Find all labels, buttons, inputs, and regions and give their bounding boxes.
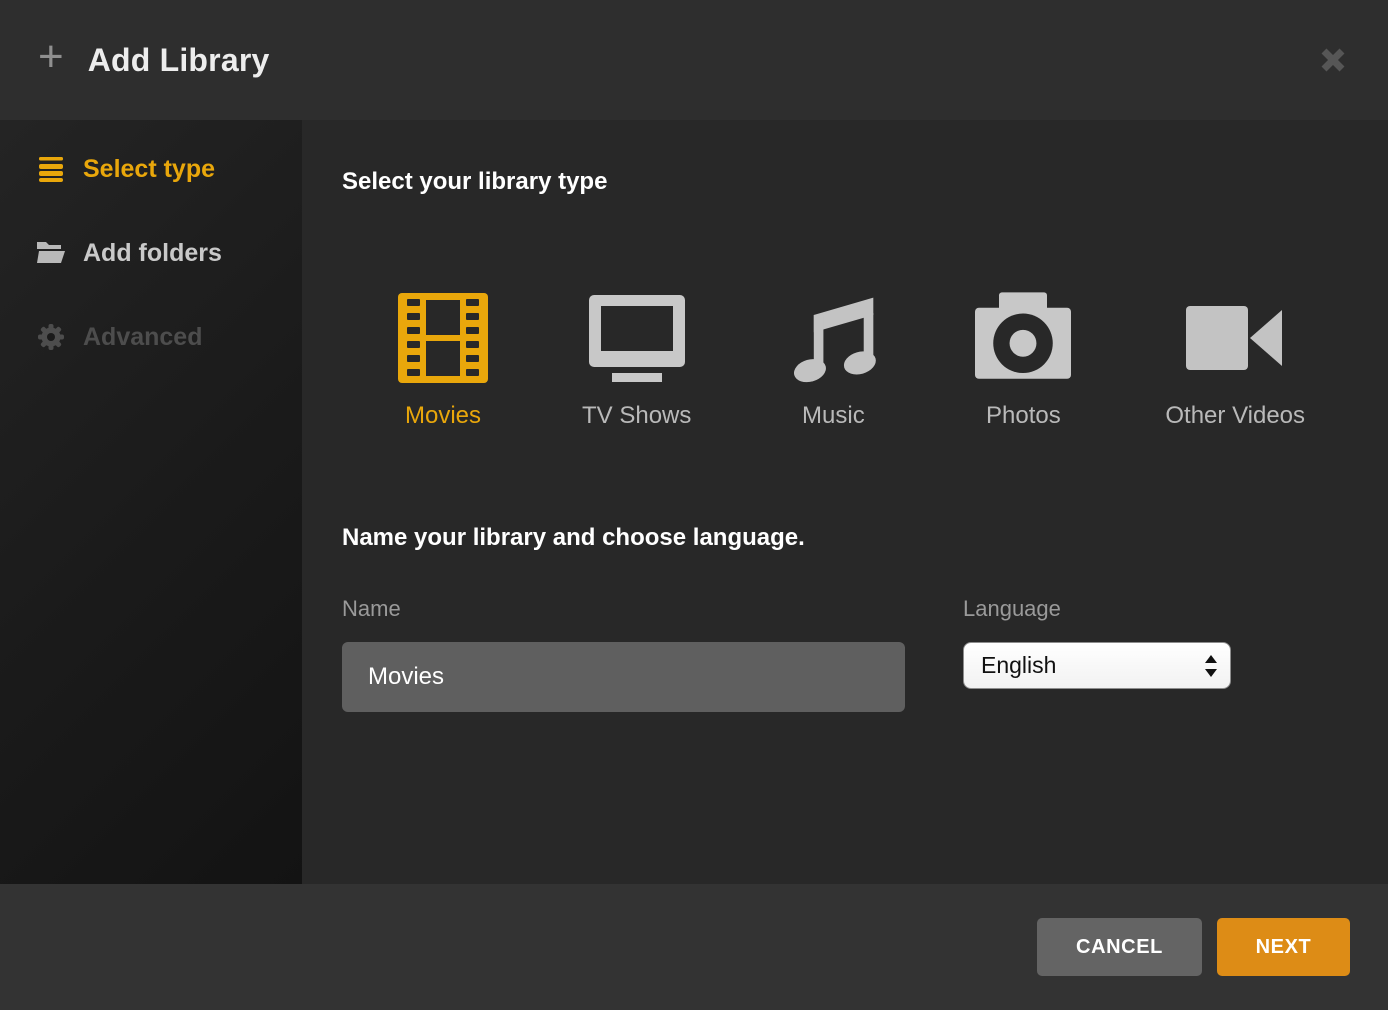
dialog-body: Select type Add folders: [0, 120, 1388, 884]
library-type-label: TV Shows: [582, 402, 691, 430]
library-form-row: Name Language English: [342, 596, 1388, 712]
library-type-label: Other Videos: [1165, 402, 1305, 430]
next-button[interactable]: NEXT: [1217, 918, 1350, 976]
library-name-input[interactable]: [342, 642, 905, 712]
music-note-icon: [785, 292, 881, 384]
select-type-heading: Select your library type: [342, 170, 1388, 194]
tv-monitor-icon: [588, 292, 686, 384]
library-type-tv-shows[interactable]: TV Shows: [582, 292, 691, 430]
name-library-heading: Name your library and choose language.: [342, 526, 1388, 550]
sidebar-item-label: Add folders: [83, 239, 222, 268]
library-type-music[interactable]: Music: [785, 292, 881, 430]
open-folder-icon: [36, 241, 66, 265]
gear-icon: [36, 323, 66, 351]
library-type-label: Movies: [405, 402, 481, 430]
library-type-movies[interactable]: Movies: [398, 292, 488, 430]
language-field-group: Language English: [963, 596, 1231, 712]
close-icon[interactable]: [1316, 43, 1350, 77]
add-library-dialog: + Add Library: [0, 0, 1388, 1010]
language-select[interactable]: English: [963, 642, 1231, 689]
library-type-photos[interactable]: Photos: [975, 292, 1071, 430]
sidebar-item-advanced: Advanced: [0, 314, 302, 360]
library-type-row: Movies TV Shows: [342, 292, 1388, 430]
language-select-value: English: [981, 652, 1056, 679]
name-field-label: Name: [342, 596, 905, 622]
name-field-group: Name: [342, 596, 905, 712]
sidebar-item-select-type[interactable]: Select type: [0, 146, 302, 192]
plus-icon: +: [38, 35, 64, 79]
dialog-header: + Add Library: [0, 0, 1388, 120]
camera-icon: [975, 292, 1071, 384]
library-type-label: Music: [802, 402, 865, 430]
sidebar-item-label: Advanced: [83, 323, 202, 352]
sidebar-item-add-folders[interactable]: Add folders: [0, 230, 302, 276]
film-strip-icon: [398, 292, 488, 384]
library-type-other-videos[interactable]: Other Videos: [1165, 292, 1305, 430]
select-arrows-icon: [1204, 653, 1218, 679]
wizard-steps-sidebar: Select type Add folders: [0, 120, 302, 884]
language-field-label: Language: [963, 596, 1231, 622]
dialog-footer: CANCEL NEXT: [0, 884, 1388, 1010]
library-type-label: Photos: [986, 402, 1061, 430]
video-camera-icon: [1186, 292, 1284, 384]
dialog-content: Select your library type: [302, 120, 1388, 884]
sidebar-item-label: Select type: [83, 155, 215, 184]
cancel-button[interactable]: CANCEL: [1037, 918, 1202, 976]
list-icon: [36, 156, 66, 182]
dialog-title: Add Library: [88, 42, 270, 79]
